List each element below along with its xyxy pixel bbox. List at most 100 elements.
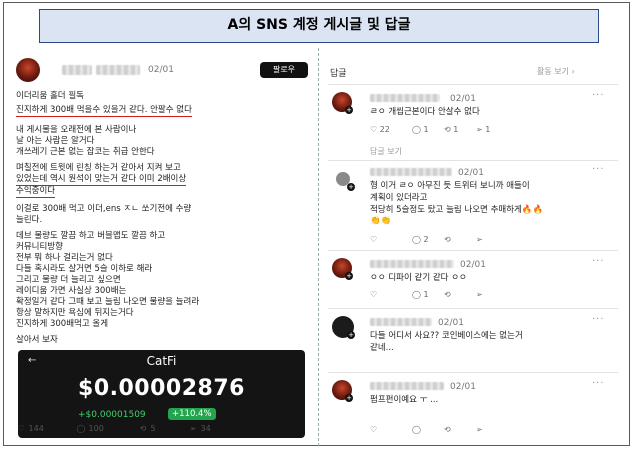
post-line: 항상 말하지만 욕심에 뒤지는거다 (16, 308, 134, 318)
heart-icon: ♡ (370, 290, 378, 299)
replies-panel: 답글 활동 보기 › + 02/01 ··· ㄹㅇ 개씹근본이다 안살수 없다 … (322, 50, 629, 444)
reply-date: 02/01 (438, 318, 464, 328)
blurred-username (370, 94, 440, 102)
blurred-username (370, 382, 444, 390)
reply-comment-button[interactable]: ◯ 2 (412, 235, 429, 244)
reply-text: ㄹㅇ 개씹근본이다 안살수 없다 (370, 107, 480, 117)
reply-share-button[interactable]: ➢ 1 (476, 125, 490, 134)
share-icon: ➢ (476, 235, 483, 244)
repost-icon: ⟲ (444, 425, 451, 434)
divider (328, 84, 618, 85)
post-line: 그리고 물량 더 늘리고 싶으면 (16, 275, 121, 285)
view-activity-link[interactable]: 활동 보기 › (537, 66, 575, 77)
view-replies-link[interactable]: 답글 보기 (370, 146, 402, 157)
post-line: 진지하게 300배먹고 올게 (16, 319, 109, 329)
reply-date: 02/01 (458, 168, 484, 178)
share-icon: ➢ (476, 425, 483, 434)
follow-button[interactable]: 팔로우 (260, 62, 308, 78)
comment-icon: ◯ (412, 235, 421, 244)
reply-comment-button[interactable]: ◯ 1 (412, 125, 429, 134)
share-icon: ➢ (189, 424, 197, 433)
divider (328, 250, 618, 251)
more-icon[interactable]: ··· (592, 90, 605, 101)
post-line: 날 아는 사람은 알거다 (16, 136, 95, 146)
catfi-price-card[interactable]: ← CatFi $0.00002876 +$0.00001509 +110.4% (18, 350, 305, 438)
repost-icon: ⟲ (444, 235, 451, 244)
post-line-highlight: 진지하게 300배 먹을수 있을거 같다. 안팔수 없다 (16, 105, 192, 117)
comment-button[interactable]: ◯ 100 (76, 424, 104, 433)
repost-button[interactable]: ⟲ 5 (138, 424, 156, 433)
post-line: 확정일거 같다 그때 보고 늘림 나오면 물량을 늘려라 (16, 297, 200, 307)
comment-icon: ◯ (412, 425, 421, 434)
reply-comment-button[interactable]: ◯ 1 (412, 290, 429, 299)
share-icon: ➢ (476, 290, 483, 299)
follow-plus-icon[interactable]: + (345, 394, 353, 402)
reply-like-button[interactable]: ♡ (370, 290, 377, 299)
reply-like-button[interactable]: ♡ (370, 235, 377, 244)
reply-share-button[interactable]: ➢ (476, 425, 483, 434)
repost-count: 5 (150, 424, 156, 433)
reply-text: 적당히 5슬정도 탔고 늘림 나오면 추매하게🔥🔥 (370, 205, 544, 215)
more-icon[interactable]: ··· (592, 314, 605, 325)
post-line-highlight: 있었는데 역시 원석이 맞는거 같다 이미 2배이상 (16, 174, 187, 186)
follow-plus-icon[interactable]: + (347, 331, 355, 339)
replies-header: 답글 (330, 69, 347, 79)
blurred-username (370, 318, 432, 326)
reply-text: ㅇㅇ 디파이 같기 같다 ㅇㅇ (370, 273, 467, 283)
price-change-percent: +110.4% (168, 408, 216, 420)
heart-icon: ♡ (370, 425, 378, 434)
divider (328, 372, 618, 373)
reply-share-button[interactable]: ➢ (476, 290, 483, 299)
more-icon[interactable]: ··· (592, 256, 605, 267)
follow-plus-icon[interactable]: + (345, 272, 353, 280)
share-button[interactable]: ➢ 34 (188, 424, 211, 433)
blurred-handle (96, 65, 140, 75)
like-count: 144 (28, 424, 44, 433)
reply-text: 형 이거 ㄹㅇ 아무진 듯 트위터 보니까 애들이 (370, 181, 530, 191)
reply-repost-button[interactable]: ⟲ (444, 290, 451, 299)
post-line: 이걸로 300배 먹고 이더,ens ㅈㄴ 쏘기전에 수량 (16, 204, 192, 214)
more-icon[interactable]: ··· (592, 378, 605, 389)
reply-text: 펌프펀이예요 ㅜ ... (370, 395, 439, 405)
follow-plus-icon[interactable]: + (347, 183, 355, 191)
comment-icon: ◯ (412, 125, 421, 134)
post-line-highlight: 수익중이다 (16, 186, 56, 198)
follow-plus-icon[interactable]: + (345, 106, 353, 114)
blurred-username (62, 65, 92, 75)
reply-comment-button[interactable]: ◯ (412, 425, 421, 434)
reply-comment-count: 1 (423, 290, 429, 299)
token-name: CatFi (146, 354, 177, 368)
post-line: 개쓰레기 근본 없는 잡코는 취급 안한다 (16, 147, 155, 157)
reply-like-button[interactable]: ♡ 22 (370, 125, 390, 134)
reply-date: 02/01 (450, 94, 476, 104)
comment-icon: ◯ (412, 290, 421, 299)
divider (328, 308, 618, 309)
reply-repost-button[interactable]: ⟲ 1 (444, 125, 458, 134)
share-count: 34 (200, 424, 211, 433)
reply-repost-button[interactable]: ⟲ (444, 425, 451, 434)
heart-icon: ♡ (17, 424, 25, 433)
repost-icon: ⟲ (444, 125, 451, 134)
like-button[interactable]: ♡ 144 (16, 424, 44, 433)
reply-text: 계획이 있더라고 (370, 193, 428, 203)
share-icon: ➢ (476, 125, 483, 134)
reply-repost-button[interactable]: ⟲ (444, 235, 451, 244)
post-author-avatar[interactable] (16, 58, 40, 82)
repost-icon: ⟲ (444, 290, 451, 299)
reply-repost-count: 1 (453, 125, 459, 134)
more-icon[interactable]: ··· (592, 164, 605, 175)
reply-emoji: 👏👏 (370, 216, 392, 226)
post-line: 이더리움 홀더 필독 (16, 91, 84, 101)
reply-text: 같네... (370, 343, 394, 353)
reply-like-button[interactable]: ♡ (370, 425, 377, 434)
post-panel: 02/01 팔로우 이더리움 홀더 필독 진지하게 300배 먹을수 있을거 같… (8, 50, 315, 444)
post-line: 다들 혹시라도 살거면 5슬 이하로 해라 (16, 264, 153, 274)
reply-comment-count: 1 (423, 125, 429, 134)
reply-date: 02/01 (460, 260, 486, 270)
post-line: 늘린다. (16, 215, 43, 225)
post-line: 데브 물량도 깔끔 하고 버블맵도 깔끔 하고 (16, 231, 166, 241)
page-title: A의 SNS 계정 게시글 및 답글 (39, 9, 599, 43)
reply-share-button[interactable]: ➢ (476, 235, 483, 244)
reply-like-count: 22 (379, 125, 390, 134)
post-date: 02/01 (148, 65, 174, 75)
